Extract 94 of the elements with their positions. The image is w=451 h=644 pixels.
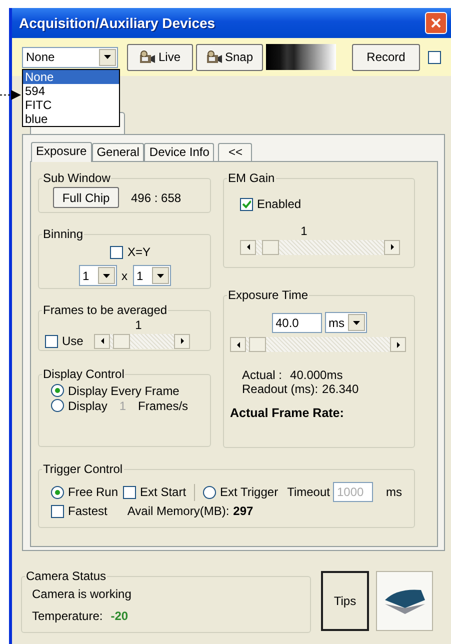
temperature-value: -20: [110, 608, 128, 625]
memory-value: 297: [233, 503, 254, 520]
right-arrow-icon: [390, 244, 394, 250]
dropdown-button[interactable]: [98, 267, 114, 284]
checkbox[interactable]: [45, 334, 58, 348]
checkmark-icon: [242, 200, 251, 208]
times-label: x: [122, 268, 128, 284]
right-arrow-icon: [180, 338, 184, 344]
filter-select[interactable]: None: [22, 46, 118, 68]
slider-thumb[interactable]: [112, 334, 130, 348]
tab[interactable]: Exposure: [31, 142, 92, 162]
radio-button[interactable]: [51, 486, 64, 498]
frames-value: 1: [135, 319, 142, 332]
record-button[interactable]: Record: [352, 44, 420, 70]
scroll-right-button[interactable]: [390, 337, 406, 352]
radio-label: Ext Trigger: [220, 484, 278, 501]
left-arrow-icon: [236, 342, 240, 348]
binning-select[interactable]: 1: [132, 265, 170, 286]
scroll-right-button[interactable]: [174, 334, 190, 348]
checkbox-label: Ext Start: [140, 484, 186, 501]
timeout-label: Timeout: [287, 484, 330, 501]
toolbar-button[interactable]: Snap: [196, 44, 263, 70]
readout-label: Readout (ms):: [242, 382, 318, 396]
dropdown-button[interactable]: [99, 48, 116, 66]
dropdown-button[interactable]: [348, 314, 364, 331]
slider-thumb[interactable]: [248, 337, 266, 352]
checkbox-label: Enabled: [257, 196, 302, 213]
tab[interactable]: Device Info: [144, 143, 214, 161]
caret-icon: [104, 55, 111, 59]
scroll-left-button[interactable]: [240, 240, 256, 254]
toolbar-button[interactable]: Live: [127, 44, 193, 70]
close-button[interactable]: [425, 12, 447, 34]
checkbox[interactable]: [428, 50, 441, 64]
frame-rate-label: Actual Frame Rate:: [230, 405, 345, 422]
radio-button[interactable]: [203, 486, 216, 498]
checkbox[interactable]: [51, 504, 64, 518]
dropdown-option[interactable]: 594: [23, 84, 119, 98]
scroll-left-button[interactable]: [230, 337, 246, 352]
unit-select[interactable]: ms: [324, 312, 366, 333]
left-arrow-icon: [100, 338, 104, 344]
group-title: Frames to be averaged: [42, 303, 168, 317]
group-title: Sub Window: [42, 171, 112, 185]
group-title: Binning: [42, 227, 84, 241]
camera-icon: [139, 50, 156, 64]
close-icon: [431, 18, 441, 28]
caret-icon: [352, 320, 360, 324]
binning-select[interactable]: 1: [78, 265, 116, 286]
dropdown-option[interactable]: blue: [23, 112, 119, 126]
status-message: Camera is working: [31, 586, 132, 603]
camera-icon: [206, 50, 222, 64]
size-readout: 496 : 658: [131, 190, 182, 206]
dropdown-option[interactable]: None: [23, 70, 119, 84]
dropdown-button[interactable]: [152, 267, 168, 284]
group-title: Exposure Time: [227, 288, 310, 302]
memory-label: Avail Memory(MB):: [127, 503, 230, 520]
checkbox[interactable]: [110, 246, 124, 258]
tab[interactable]: General: [92, 143, 144, 161]
slider-thumb[interactable]: [262, 240, 279, 254]
tips-button[interactable]: Tips: [321, 571, 369, 631]
tab[interactable]: <<: [218, 143, 252, 161]
checkbox-label: Use: [62, 333, 84, 350]
window-title: Acquisition/Auxiliary Devices: [19, 14, 216, 33]
exposure-input[interactable]: 40.0: [272, 312, 322, 332]
logo-button[interactable]: [376, 571, 433, 631]
left-arrow-icon: [246, 244, 250, 250]
scroll-left-button[interactable]: [94, 334, 110, 348]
checkbox[interactable]: [240, 198, 253, 210]
full-chip-button[interactable]: Full Chip: [53, 187, 119, 208]
checkbox-label: X=Y: [127, 244, 150, 261]
group-title: Trigger Control: [42, 462, 124, 476]
radio-label: Display Every Frame: [68, 382, 180, 400]
radio-button[interactable]: [51, 384, 64, 397]
gain-value: 1: [300, 222, 308, 240]
checkbox[interactable]: [123, 486, 136, 498]
radio-button[interactable]: [51, 399, 64, 412]
radio-label: Free Run: [68, 484, 118, 501]
rate-value: 1: [119, 398, 126, 414]
unit-label: ms: [386, 484, 402, 501]
unit-label: Frames/s: [138, 398, 188, 414]
caret-icon: [156, 274, 164, 278]
group-title: Camera Status: [25, 569, 108, 583]
group-title: Display Control: [42, 367, 126, 381]
grayscale-bar: [266, 44, 336, 70]
dropdown-option[interactable]: FITC: [23, 98, 119, 112]
caret-icon: [102, 274, 110, 278]
actual-label: Actual :: [242, 368, 282, 382]
group-title: EM Gain: [227, 171, 276, 185]
radio-label: Display: [68, 398, 108, 414]
scroll-right-button[interactable]: [384, 240, 400, 254]
right-arrow-icon: [396, 342, 400, 348]
actual-value: 40.000ms: [290, 368, 343, 382]
temperature-label: Temperature:: [32, 608, 103, 625]
checkbox-label: Fastest: [68, 503, 108, 520]
readout-value: 26.340: [322, 382, 359, 396]
